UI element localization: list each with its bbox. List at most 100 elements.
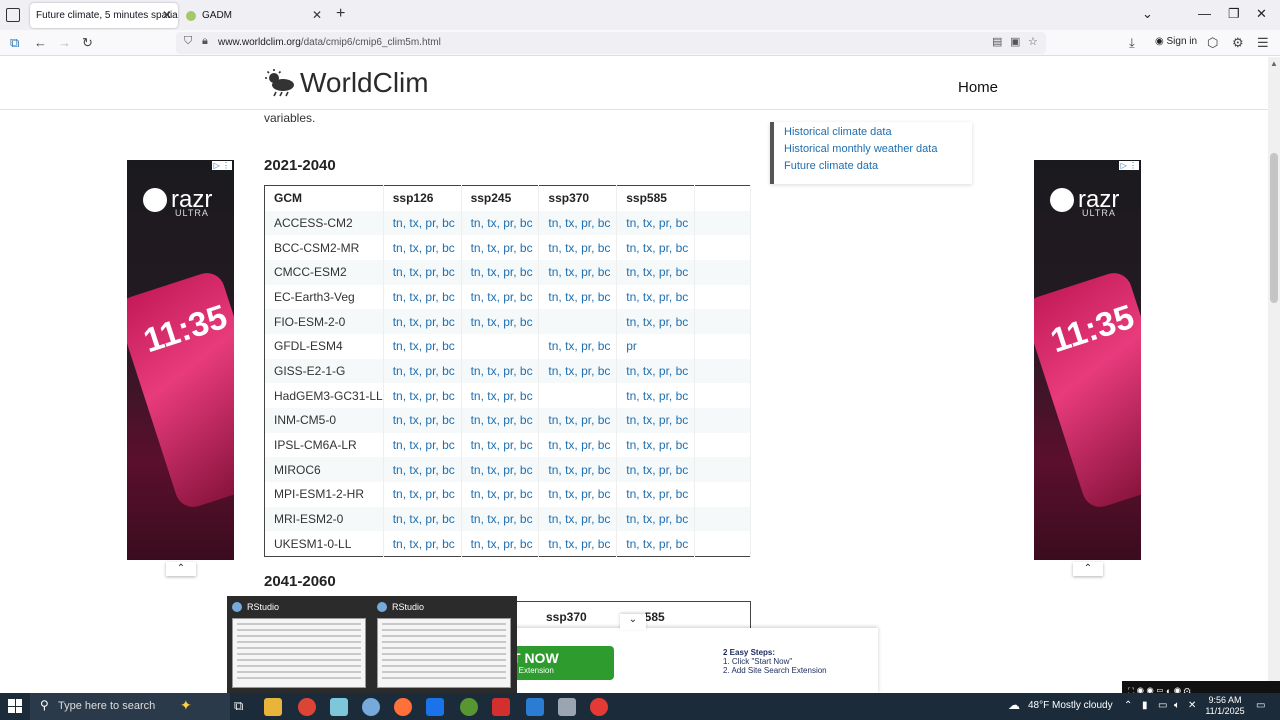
download-links-cell[interactable]: tn, tx, pr, bc — [538, 284, 618, 310]
window-close-icon[interactable]: ✕ — [1256, 6, 1267, 22]
ad-collapse-button[interactable]: ⌃ — [1073, 562, 1103, 576]
download-links-cell[interactable]: tn, tx, pr, bc — [461, 506, 540, 532]
download-links-cell[interactable]: tn, tx, pr, bc — [538, 506, 618, 532]
download-icon[interactable]: ⤓ — [1129, 35, 1135, 51]
download-links-cell[interactable]: tn, tx, pr, bc — [383, 506, 462, 532]
download-links-cell[interactable]: tn, tx, pr, bc — [461, 482, 540, 507]
new-tab-icon[interactable]: + — [336, 5, 345, 23]
download-links-cell[interactable]: tn, tx, pr, bc — [538, 432, 618, 458]
rstudio-window-preview[interactable]: RStudio — [227, 600, 367, 688]
download-links-cell[interactable]: tn, tx, pr, bc — [461, 358, 540, 384]
windows-start-icon[interactable] — [8, 699, 22, 713]
app-icon[interactable] — [590, 698, 608, 716]
download-links-cell[interactable]: tn, tx, pr, bc — [383, 358, 462, 384]
firefox-icon[interactable] — [394, 698, 412, 716]
download-links-cell[interactable]: tn, tx, pr, bc — [616, 457, 696, 483]
url-bar[interactable]: ⛉ 🔒︎ www.worldclim.org/data/cmip6/cmip6_… — [176, 32, 1046, 54]
download-links-cell[interactable]: tn, tx, pr, bc — [616, 309, 696, 334]
download-links-cell[interactable]: tn, tx, pr, bc — [383, 309, 462, 334]
download-links-cell[interactable]: tn, tx, pr, bc — [616, 408, 696, 433]
download-links-cell[interactable]: tn, tx, pr, bc — [461, 235, 540, 260]
menu-icon[interactable]: ☰ — [1257, 35, 1269, 51]
scroll-up-icon[interactable]: ▲ — [1270, 59, 1278, 68]
download-links-cell[interactable]: tn, tx, pr, bc — [538, 457, 618, 483]
site-logo-text[interactable]: WorldClim — [300, 67, 429, 99]
download-links-cell[interactable]: tn, tx, pr, bc — [383, 284, 462, 310]
download-links-cell[interactable]: tn, tx, pr, bc — [538, 531, 618, 557]
rstudio-window-preview[interactable]: RStudio — [372, 600, 512, 688]
download-links-cell[interactable]: tn, tx, pr, bc — [616, 482, 696, 507]
download-links-cell[interactable]: tn, tx, pr, bc — [383, 383, 462, 408]
lock-icon[interactable]: 🔒︎ — [202, 35, 208, 48]
download-links-cell[interactable]: tn, tx, pr, bc — [461, 457, 540, 483]
download-links-cell[interactable]: tn, tx, pr, bc — [616, 506, 696, 532]
download-links-cell[interactable]: tn, tx, pr, bc — [616, 383, 696, 408]
download-links-cell[interactable]: tn, tx, pr, bc — [383, 457, 462, 483]
extensions-icon[interactable]: ⬡ — [1207, 35, 1218, 51]
sign-in-button[interactable]: ◉ Sign in — [1155, 36, 1197, 47]
download-links-cell[interactable]: tn, tx, pr, bc — [461, 284, 540, 310]
rstudio-taskbar-icon[interactable] — [362, 698, 380, 716]
app-icon[interactable] — [558, 698, 576, 716]
weather-text[interactable]: 48°F Mostly cloudy — [1028, 700, 1113, 711]
tab-future-climate[interactable]: Future climate, 5 minutes spatial re ✕ — [30, 3, 178, 28]
download-links-cell[interactable]: tn, tx, pr, bc — [616, 210, 696, 236]
download-links-cell[interactable]: tn, tx, pr, bc — [538, 333, 618, 359]
reload-icon[interactable]: ↻ — [82, 35, 93, 51]
scrollbar-thumb[interactable] — [1270, 153, 1278, 303]
adchoices-icon[interactable]: ▷ ⋮ — [211, 161, 232, 170]
download-links-cell[interactable]: tn, tx, pr, bc — [616, 432, 696, 458]
adchoices-icon[interactable]: ▷ ⋮ — [1118, 161, 1139, 170]
download-links-cell[interactable]: tn, tx, pr, bc — [461, 408, 540, 433]
qgis-icon[interactable] — [460, 698, 478, 716]
nav-link-future-climate[interactable]: Future climate data — [784, 158, 972, 175]
forward-icon[interactable]: → — [58, 35, 71, 50]
shield-icon[interactable]: ⛉ — [184, 35, 192, 48]
ad-collapse-button[interactable]: ⌃ — [166, 562, 196, 576]
chevron-down-icon[interactable]: ⌄ — [620, 614, 646, 630]
download-links-cell[interactable]: tn, tx, pr, bc — [461, 210, 540, 236]
tab-gadm[interactable]: GADM ✕ — [180, 3, 328, 28]
download-links-cell[interactable]: tn, tx, pr, bc — [538, 408, 618, 433]
bookmark-star-icon[interactable]: ☆ — [1028, 35, 1038, 48]
download-links-cell[interactable]: pr — [616, 333, 696, 359]
left-ad-banner[interactable]: ▷ ⋮ razr ULTRA 11:35 — [127, 160, 234, 560]
nav-link-historical-climate[interactable]: Historical climate data — [784, 124, 972, 141]
file-explorer-icon[interactable] — [264, 698, 282, 716]
task-view-icon[interactable]: ⧉ — [234, 698, 243, 714]
close-icon[interactable]: ✕ — [312, 8, 322, 22]
download-links-cell[interactable]: tn, tx, pr, bc — [383, 333, 462, 359]
right-ad-banner[interactable]: ▷ ⋮ razr ULTRA 11:35 — [1034, 160, 1141, 560]
download-links-cell[interactable]: tn, tx, pr, bc — [461, 432, 540, 458]
download-links-cell[interactable]: tn, tx, pr, bc — [461, 309, 540, 334]
download-links-cell[interactable]: tn, tx, pr, bc — [538, 210, 618, 236]
reader-view-icon[interactable]: ▤ — [992, 35, 1002, 48]
network-icon[interactable]: ▭ — [1158, 700, 1167, 711]
close-icon[interactable]: ✕ — [162, 8, 172, 22]
taskbar-clock[interactable]: 9:56 AM 11/1/2025 — [1200, 695, 1250, 717]
download-links-cell[interactable]: tn, tx, pr, bc — [461, 383, 540, 408]
taskbar-search-input[interactable]: ⚲ Type here to search — [30, 693, 230, 720]
download-links-cell[interactable]: tn, tx, pr, bc — [616, 284, 696, 310]
download-links-cell[interactable]: tn, tx, pr, bc — [616, 235, 696, 260]
acrobat-icon[interactable] — [492, 698, 510, 716]
download-links-cell[interactable]: tn, tx, pr, bc — [538, 259, 618, 285]
download-links-cell[interactable]: tn, tx, pr, bc — [383, 408, 462, 433]
app-icon[interactable] — [330, 698, 348, 716]
maximize-icon[interactable]: ❐ — [1228, 6, 1240, 22]
app-icon[interactable] — [426, 698, 444, 716]
download-links-cell[interactable]: tn, tx, pr, bc — [538, 235, 618, 260]
screenshot-icon[interactable]: ▣ — [1010, 35, 1020, 48]
minimize-icon[interactable]: — — [1198, 6, 1211, 21]
tab-overflow-chevron-icon[interactable]: ⌄ — [1142, 6, 1153, 22]
download-links-cell[interactable]: tn, tx, pr, bc — [461, 259, 540, 285]
settings-gear-icon[interactable]: ⚙ — [1232, 35, 1244, 51]
nav-link-historical-monthly-weather[interactable]: Historical monthly weather data — [784, 141, 972, 158]
tray-overflow-icon[interactable]: ⌃ — [1124, 700, 1132, 711]
download-links-cell[interactable]: tn, tx, pr, bc — [538, 358, 618, 384]
download-links-cell[interactable]: tn, tx, pr, bc — [616, 358, 696, 384]
download-links-cell[interactable]: tn, tx, pr, bc — [616, 531, 696, 557]
download-links-cell[interactable]: tn, tx, pr, bc — [616, 259, 696, 285]
chrome-icon[interactable] — [298, 698, 316, 716]
download-links-cell[interactable]: tn, tx, pr, bc — [383, 482, 462, 507]
